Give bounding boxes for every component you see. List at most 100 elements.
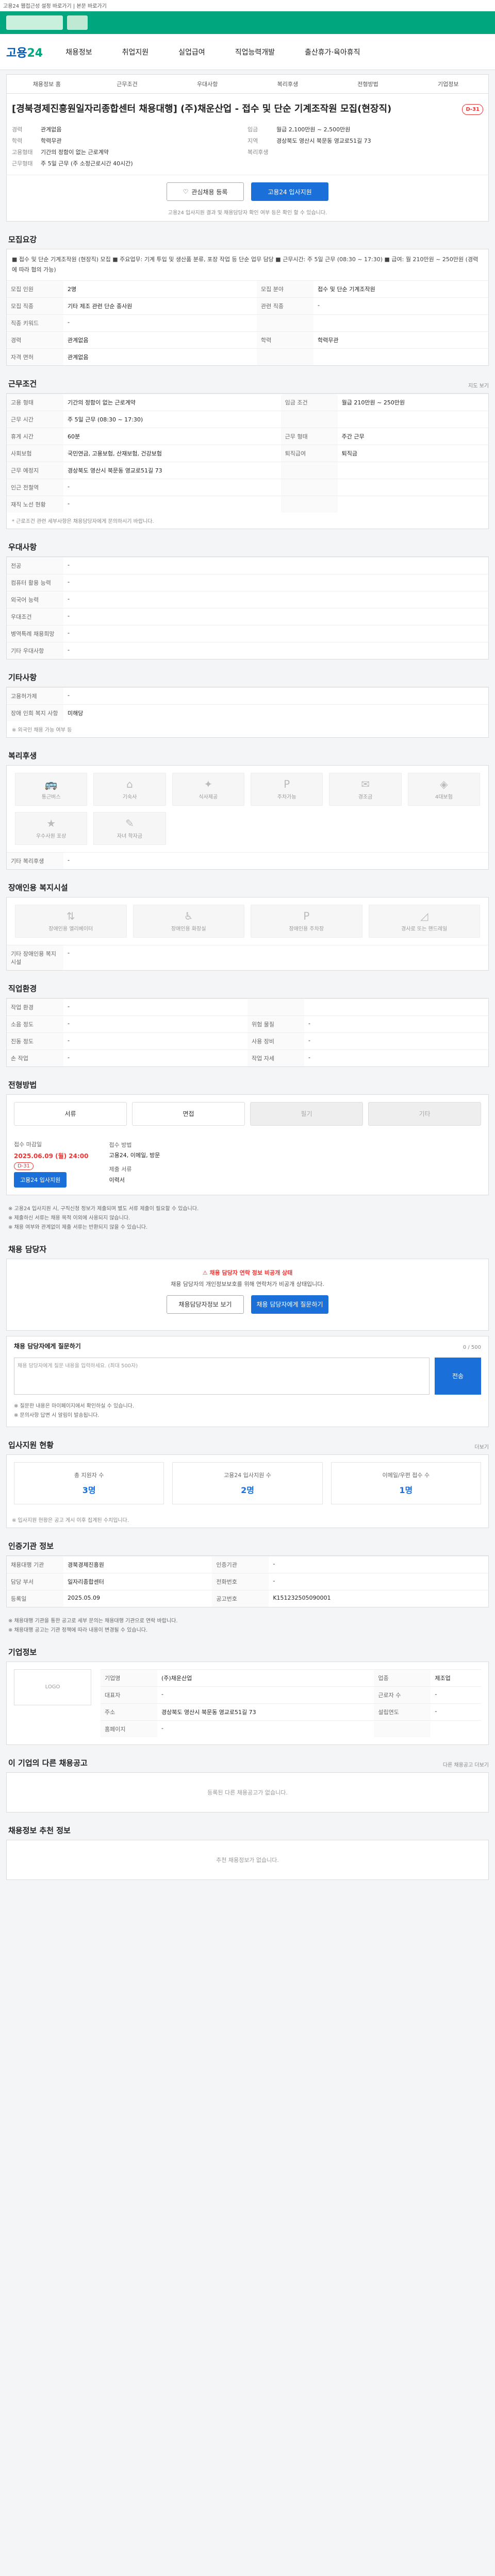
table-row: 기타 장애인용 복지시설 - (7, 944, 488, 970)
summary-left: 경력 관계없음 학력 학력무관 고용형태 기간의 정함이 없는 근로계약 근무형태 주 … (12, 124, 248, 170)
like-button[interactable]: ♡ 관심채용 등록 (167, 182, 244, 201)
table-key: 작업 자세 (248, 1049, 304, 1066)
welfare-item: ◈ 4대보험 (407, 772, 480, 806)
nav-item-support[interactable]: 취업지원 (122, 47, 149, 57)
table-value: - (63, 998, 248, 1016)
table-value: 접수 및 단순 기계조작원 (314, 280, 488, 298)
job-summary-card: 채용정보 홈 근무조건 우대사항 복리후생 전형방법 기업정보 D-31 [경북… (6, 74, 489, 222)
nav-item-jobs[interactable]: 채용정보 (65, 47, 92, 57)
search-button[interactable] (67, 15, 88, 30)
map-button[interactable]: 지도 보기 (468, 381, 489, 393)
ask-recruiter-button[interactable]: 채용 담당자에게 질문하기 (251, 1295, 328, 1314)
welfare-extra-table: 기타 복리후생 - (7, 852, 488, 869)
graduation-icon: ✎ (125, 817, 134, 830)
nav-item-benefit[interactable]: 실업급여 (178, 47, 205, 57)
table-key: 휴게 시간 (7, 427, 63, 445)
inquiry-send-button[interactable]: 전송 (435, 1357, 481, 1395)
table-value: 기타 제조 관련 단순 종사원 (63, 297, 257, 315)
welfare-label: 4대보험 (435, 794, 453, 801)
stat-box: 총 지원자 수 3명 (14, 1462, 164, 1504)
process-card: 서류 면접 필기 기타 접수 마감일 2025.06.09 (월) 24:00 … (6, 1094, 489, 1195)
section-title-status: 입사지원 현황 (8, 1440, 54, 1450)
disabled-extra-table: 기타 장애인용 복지시설 - (7, 944, 488, 970)
table-key: 인근 전철역 (7, 478, 63, 496)
inquiry-note: ※ 문의사항 답변 시 알림이 발송됩니다. (14, 1412, 100, 1418)
table-row: 손 작업 - 작업 자세 - (7, 1049, 488, 1066)
facility-label: 장애인용 엘리베이터 (48, 926, 93, 933)
dday-badge: D-31 (462, 104, 483, 115)
table-value: 주 5일 근무 (08:30 ~ 17:30) (63, 410, 281, 428)
summary-row: 근무형태 주 5일 근무 (주 소정근로시간 40시간) (12, 158, 248, 170)
table-value: - (269, 1572, 488, 1590)
table-value (337, 461, 488, 479)
table-row: 컴퓨터 활용 능력 - (7, 573, 488, 591)
process-note: ※ 제출하신 서류는 채용 목적 이외에 사용되지 않습니다. (8, 1215, 130, 1221)
table-row: 자격 면허 관계없음 (7, 348, 488, 365)
nav-item-leave[interactable]: 출산휴가·육아휴직 (305, 47, 360, 57)
tab-conditions[interactable]: 근무조건 (87, 75, 168, 93)
table-key (280, 495, 338, 513)
table-value: - (63, 495, 281, 513)
stat-box: 이메일/우편 접수 수 1명 (331, 1462, 481, 1504)
deadline-label: 접수 마감일 (14, 1141, 42, 1148)
summary-row: 임금 월급 2,100만원 ~ 2,500만원 (248, 124, 483, 135)
process-notes: ※ 고용24 입사지원 시, 구직신청 정보가 제출되며 별도 서류 제출이 필… (6, 1200, 489, 1236)
stat-label: 고용24 입사지원 수 (224, 1471, 271, 1479)
inquiry-textarea[interactable]: 채용 담당자에게 질문 내용을 입력하세요. (최대 500자) (14, 1357, 430, 1395)
facility-label: 경사로 또는 핸드레일 (401, 926, 448, 933)
table-key: 학력 (257, 331, 314, 349)
table-row: 기타 복리후생 - (7, 852, 488, 869)
apply-button[interactable]: 고용24 입사지원 (251, 182, 328, 201)
agency-card: 채용대행 기관 경북경제진흥원 인증기관 - 담당 부서 일자리종합센터 전화번호 - 등록… (6, 1555, 489, 1607)
summary-value: 기간의 정함이 없는 근로계약 (41, 149, 109, 156)
same-company-more-link[interactable]: 다른 채용공고 더보기 (443, 1760, 489, 1772)
meal-icon: ✦ (204, 778, 213, 791)
similar-empty: 추천 채용정보가 없습니다. (216, 1856, 279, 1863)
table-key: 기타 장애인용 복지시설 (7, 944, 63, 970)
table-row: 인근 전철역 - (7, 478, 488, 496)
tab-home[interactable]: 채용정보 홈 (7, 75, 87, 93)
summary-row: 고용형태 기간의 정함이 없는 근로계약 (12, 147, 248, 158)
section-title-welfare: 복리후생 (8, 751, 37, 760)
table-row: 진동 정도 - 사용 장비 - (7, 1032, 488, 1050)
tab-preference[interactable]: 우대사항 (167, 75, 248, 93)
summary-key: 학력 (12, 138, 23, 144)
table-value: 2025.05.09 (63, 1589, 212, 1607)
summary-value: 월급 2,100만원 ~ 2,500만원 (276, 126, 351, 133)
table-row: 대표자 - 근로자 수- (101, 1686, 481, 1704)
welfare-label: 우수사원 포상 (36, 834, 67, 840)
search-input[interactable] (6, 15, 63, 30)
summary-row: 지역 경상북도 영산시 북문동 영교로51길 73 (248, 135, 483, 147)
welfare-label: 기숙사 (122, 794, 137, 801)
nav-item-training[interactable]: 직업능력개발 (235, 47, 275, 57)
status-more-link[interactable]: 더보기 (474, 1443, 489, 1454)
table-key: 사용 장비 (248, 1032, 304, 1050)
table-value: - (63, 478, 281, 496)
status-header: 입사지원 현황 더보기 (6, 1432, 489, 1454)
tab-company[interactable]: 기업정보 (408, 75, 488, 93)
same-company-header: 이 기업의 다른 채용공고 다른 채용공고 더보기 (6, 1750, 489, 1772)
contact-info-button[interactable]: 채용담당자정보 보기 (167, 1295, 244, 1314)
parking-icon: P (284, 778, 290, 791)
welfare-label: 경조금 (358, 794, 373, 801)
company-table: 기업명 (주)채운산업 업종 제조업 대표자 - 근로자 수- 주소 경상북도 영산시 북문… (101, 1669, 481, 1737)
section-title-environment: 직업환경 (8, 984, 37, 993)
table-value: - (314, 297, 488, 315)
table-value: 관계없음 (63, 331, 257, 349)
top-bar-text[interactable]: 고용24 웹접근성 설정 바로가기 | 본문 바로가기 (3, 2, 107, 9)
environment-table: 작업 환경 - 소음 정도 - 위험 물질 - 진동 정도 - 사용 장비 - 손 작업 - 작업… (7, 998, 488, 1066)
table-key: 손 작업 (7, 1049, 63, 1066)
table-value: (주)채운산업 (157, 1669, 374, 1687)
tab-welfare[interactable]: 복리후생 (248, 75, 328, 93)
table-key: 사회보험 (7, 444, 63, 462)
table-row: 작업 환경 - (7, 998, 488, 1016)
welfare-item: ✎ 자녀 학자금 (93, 811, 166, 845)
table-value: - (63, 1049, 248, 1066)
table-value (314, 314, 488, 332)
site-logo[interactable]: 고용24 (6, 44, 43, 60)
contact-buttons: 채용담당자정보 보기 채용 담당자에게 질문하기 (16, 1288, 479, 1321)
tab-process[interactable]: 전형방법 (328, 75, 408, 93)
table-value: 제조업 (431, 1669, 481, 1687)
process-apply-button[interactable]: 고용24 입사지원 (14, 1172, 67, 1188)
status-card: 총 지원자 수 3명 고용24 입사지원 수 2명 이메일/우편 접수 수 1명 ※ … (6, 1454, 489, 1528)
